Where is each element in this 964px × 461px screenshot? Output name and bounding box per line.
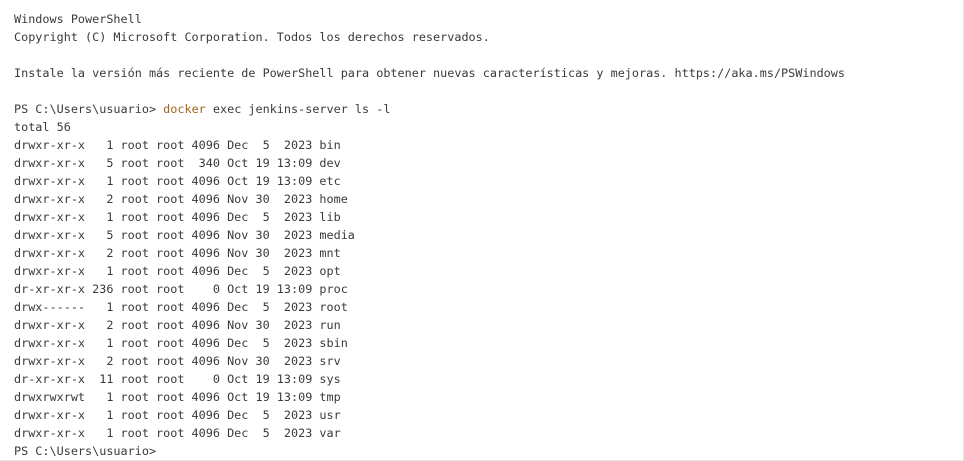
listing-row: drwxr-xr-x 2 root root 4096 Nov 30 2023 … [14, 354, 341, 368]
listing-row: drwxr-xr-x 2 root root 4096 Nov 30 2023 … [14, 246, 341, 260]
listing-row: drwxr-xr-x 5 root root 340 Oct 19 13:09 … [14, 156, 341, 170]
listing-row: drwxr-xr-x 1 root root 4096 Oct 19 13:09… [14, 174, 341, 188]
listing-row: drwxr-xr-x 2 root root 4096 Nov 30 2023 … [14, 192, 348, 206]
listing-row: drwxr-xr-x 1 root root 4096 Dec 5 2023 o… [14, 264, 341, 278]
listing-row: drwxrwxrwt 1 root root 4096 Oct 19 13:09… [14, 390, 341, 404]
listing-row: drwxr-xr-x 1 root root 4096 Dec 5 2023 b… [14, 138, 341, 152]
listing-row: dr-xr-xr-x 11 root root 0 Oct 19 13:09 s… [14, 372, 341, 386]
command-line: PS C:\Users\usuario> docker exec jenkins… [14, 100, 964, 118]
text-cursor [156, 443, 163, 457]
final-prompt-line[interactable]: PS C:\Users\usuario> [14, 442, 964, 460]
listing-row: drwxr-xr-x 1 root root 4096 Dec 5 2023 l… [14, 210, 341, 224]
listing-row: drwxr-xr-x 1 root root 4096 Dec 5 2023 u… [14, 408, 341, 422]
command-arguments: exec jenkins-server ls -l [205, 102, 391, 116]
banner-copyright: Copyright (C) Microsoft Corporation. Tod… [14, 30, 490, 44]
powershell-terminal[interactable]: Windows PowerShell Copyright (C) Microso… [0, 0, 964, 461]
listing-row: dr-xr-xr-x 236 root root 0 Oct 19 13:09 … [14, 282, 348, 296]
listing-row: drwx------ 1 root root 4096 Dec 5 2023 r… [14, 300, 348, 314]
banner-title: Windows PowerShell [14, 12, 142, 26]
listing-row: drwxr-xr-x 5 root root 4096 Nov 30 2023 … [14, 228, 355, 242]
command-program: docker [163, 102, 206, 116]
output-total: total 56 [14, 120, 71, 134]
listing-row: drwxr-xr-x 1 root root 4096 Dec 5 2023 s… [14, 336, 348, 350]
banner-install-notice: Instale la versión más reciente de Power… [14, 66, 845, 80]
directory-listing: drwxr-xr-x 1 root root 4096 Dec 5 2023 b… [14, 136, 964, 442]
listing-row: drwxr-xr-x 1 root root 4096 Dec 5 2023 v… [14, 426, 341, 440]
listing-row: drwxr-xr-x 2 root root 4096 Nov 30 2023 … [14, 318, 341, 332]
prompt: PS C:\Users\usuario> [14, 102, 164, 116]
prompt: PS C:\Users\usuario> [14, 444, 157, 458]
